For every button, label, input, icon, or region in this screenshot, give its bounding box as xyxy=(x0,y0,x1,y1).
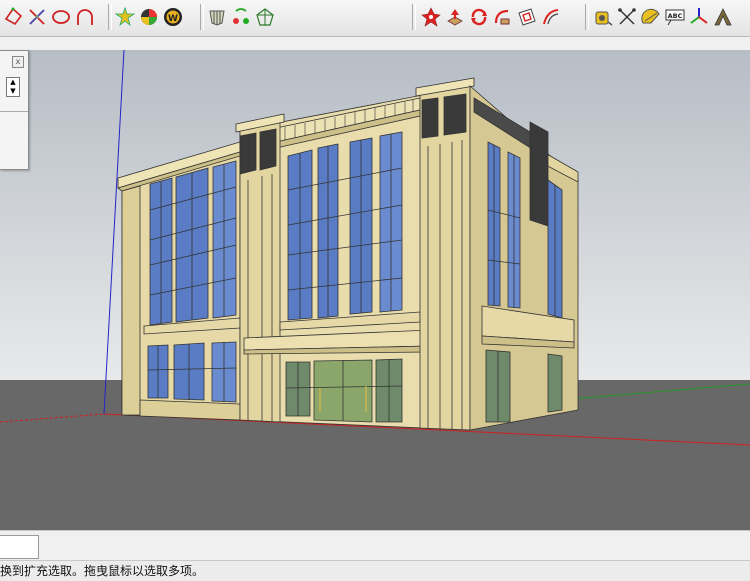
colorful-wheel-icon[interactable] xyxy=(138,5,160,29)
fan-icon[interactable] xyxy=(540,5,562,29)
arc-icon[interactable] xyxy=(74,5,96,29)
circle-icon[interactable] xyxy=(50,5,72,29)
toolbar-separator xyxy=(412,4,416,30)
main-toolbar: W ABC xyxy=(0,0,750,37)
triangle-mesh-icon[interactable] xyxy=(254,5,276,29)
orbit-refresh-icon[interactable] xyxy=(468,5,490,29)
floating-tray-panel[interactable]: x ▲ ▼ xyxy=(0,50,29,170)
red-star-icon[interactable] xyxy=(420,5,442,29)
sun-star-icon[interactable] xyxy=(114,5,136,29)
left-lower-windows xyxy=(147,341,237,403)
scroll-down-icon[interactable]: ▼ xyxy=(7,87,19,96)
text-label-icon[interactable]: ABC xyxy=(664,5,686,29)
drawing-tools-group xyxy=(2,3,96,31)
shield-mesh-icon[interactable] xyxy=(206,5,228,29)
left-upper-windows xyxy=(149,160,237,326)
sandbox-tools-group xyxy=(206,3,276,31)
scroll-up-icon[interactable]: ▲ xyxy=(7,78,19,87)
follow-me-icon[interactable] xyxy=(492,5,514,29)
svg-text:ABC: ABC xyxy=(668,12,683,20)
construction-tools-group: ABC xyxy=(592,3,734,31)
left-corner-pier xyxy=(121,185,141,416)
measurements-bar xyxy=(0,530,750,561)
status-bar: 换到扩充选取。拖曳鼠标以选取多项。 xyxy=(0,560,750,581)
entrance-glass-doors xyxy=(285,358,403,423)
protractor-icon[interactable] xyxy=(640,5,662,29)
panel-scroll-buttons[interactable]: ▲ ▼ xyxy=(6,77,20,97)
panel-close-button[interactable]: x xyxy=(12,56,24,68)
push-pull-icon[interactable] xyxy=(444,5,466,29)
plugin-tools-group xyxy=(420,3,562,31)
w-badge-icon[interactable]: W xyxy=(162,5,184,29)
toolbar-separator xyxy=(108,4,112,30)
panel-divider xyxy=(0,111,28,112)
measurements-input[interactable] xyxy=(0,535,39,559)
svg-text:W: W xyxy=(168,14,178,24)
toolbar-separator xyxy=(585,4,589,30)
styles-tools-group: W xyxy=(114,3,184,31)
offset-icon[interactable] xyxy=(516,5,538,29)
axes-icon[interactable] xyxy=(688,5,710,29)
rotated-rectangle-icon[interactable] xyxy=(2,5,24,29)
3d-viewport[interactable] xyxy=(0,50,750,530)
toolbar-separator xyxy=(200,4,204,30)
move-arrows-icon[interactable] xyxy=(26,5,48,29)
status-text: 换到扩充选取。拖曳鼠标以选取多项。 xyxy=(0,564,205,578)
paint-bucket-icon[interactable] xyxy=(230,5,252,29)
dimension-icon[interactable] xyxy=(616,5,638,29)
tape-measure-icon[interactable] xyxy=(592,5,614,29)
scene-canvas[interactable] xyxy=(0,50,750,530)
3d-text-icon[interactable] xyxy=(712,5,734,29)
